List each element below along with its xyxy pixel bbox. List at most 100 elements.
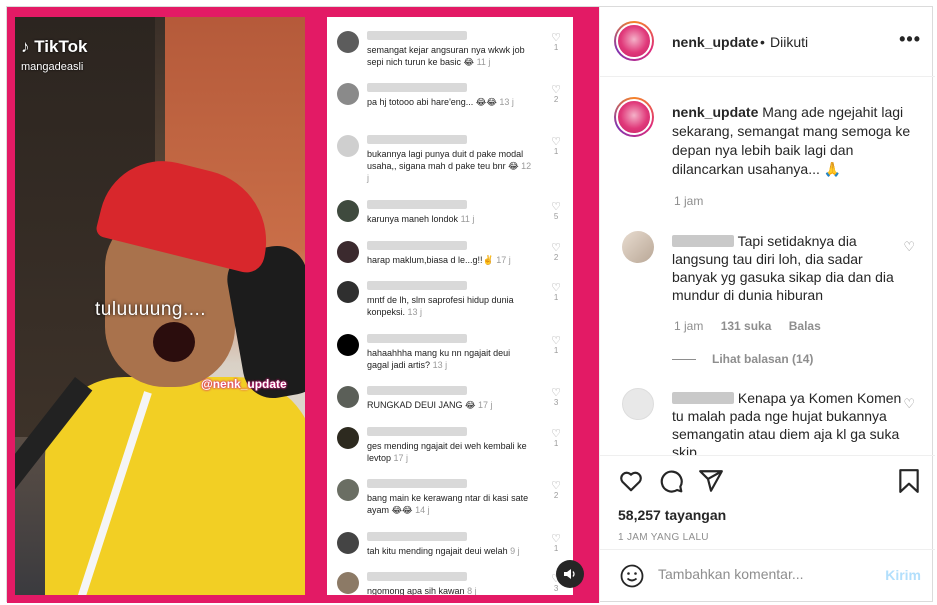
share-icon[interactable] — [698, 468, 724, 494]
like-heart-icon[interactable]: ♡ — [903, 239, 915, 255]
post-header: nenk_update • Diikuti ••• — [600, 7, 935, 77]
comment-icon[interactable] — [658, 468, 684, 494]
comment-time: 13 j — [432, 360, 448, 370]
more-options-icon[interactable]: ••• — [899, 29, 921, 50]
tiktok-brand: TikTok — [34, 37, 88, 56]
avatar — [337, 479, 359, 501]
blurred-username[interactable] — [672, 392, 734, 404]
heart-icon: ♡ 1 — [551, 533, 561, 554]
view-count[interactable]: 58,257 tayangan — [618, 507, 726, 523]
post-sidebar: nenk_update • Diikuti ••• nenk_update Ma… — [599, 7, 935, 603]
video-frame[interactable]: ♪ TikTok mangadeasli tuluuuung.... @nenk… — [15, 17, 305, 595]
blurred-username — [367, 479, 467, 488]
like-count: 1 — [553, 293, 559, 302]
video-overlay-text: tuluuuung.... — [95, 299, 207, 320]
comment-text: bang main ke kerawang ntar di kasi sate … — [367, 493, 529, 515]
heart-icon: ♡ 1 — [551, 32, 561, 53]
avatar — [337, 532, 359, 554]
comment-text: ngomong apa sih kawan — [367, 586, 465, 595]
avatar — [337, 31, 359, 53]
follow-status-button[interactable]: Diikuti — [770, 34, 808, 50]
tiktok-username: mangadeasli — [21, 61, 84, 73]
caption-username[interactable]: nenk_update — [672, 104, 758, 120]
comment-time: 17 j — [496, 255, 511, 265]
like-count: 1 — [553, 147, 559, 156]
comment-text: harap maklum,biasa d le...g!!✌️ — [367, 255, 494, 265]
like-count: 1 — [553, 43, 559, 52]
comment-time: 13 j — [499, 97, 514, 107]
avatar — [337, 200, 359, 222]
heart-icon: ♡ 1 — [551, 428, 561, 449]
default-avatar-icon[interactable] — [622, 388, 654, 420]
avatar — [337, 427, 359, 449]
heart-icon: ♡3 — [551, 387, 561, 408]
comment-meta: 1 jam 131 suka Balas — [674, 319, 835, 333]
avatar — [337, 334, 359, 356]
comment-time: 13 j — [407, 307, 423, 317]
view-replies-button[interactable]: Lihat balasan (14) — [672, 352, 813, 366]
avatar[interactable] — [622, 231, 654, 263]
caption-text: nenk_update Mang ade ngejahit lagi sekar… — [672, 103, 922, 179]
tiktok-logo: ♪ TikTok — [21, 37, 88, 56]
blurred-username — [367, 83, 467, 92]
like-count: 1 — [553, 439, 559, 448]
video-person-shirt — [45, 377, 305, 595]
video-person-mouth — [153, 322, 195, 362]
avatar — [337, 241, 359, 263]
author-username[interactable]: nenk_update — [672, 34, 758, 50]
post-media[interactable]: ♪ TikTok mangadeasli tuluuuung.... @nenk… — [7, 7, 599, 603]
caption-author-avatar[interactable] — [614, 97, 654, 137]
blurred-username — [367, 31, 467, 40]
heart-icon: ♡ 2 — [551, 242, 561, 263]
comment-text: semangat kejar angsuran nya wkwk job sep… — [367, 45, 525, 67]
speaker-icon — [564, 569, 575, 579]
avatar — [337, 572, 359, 594]
add-comment-bar: Kirim — [600, 549, 935, 603]
emoji-icon[interactable] — [620, 564, 644, 588]
avatar — [337, 281, 359, 303]
blurred-username — [367, 281, 467, 290]
like-count: 1 — [553, 544, 559, 553]
view-replies-label: Lihat balasan (14) — [712, 352, 814, 366]
post-date[interactable]: 1 JAM YANG LALU — [618, 532, 709, 543]
blurred-username — [367, 241, 467, 250]
comment-time: 17 j — [478, 400, 493, 410]
post-comment-button[interactable]: Kirim — [885, 567, 921, 583]
blurred-username — [367, 427, 467, 436]
blurred-username — [367, 532, 467, 541]
reply-button[interactable]: Balas — [789, 319, 821, 333]
mute-button[interactable] — [556, 560, 584, 588]
comment-text: pa hj totooo abi hare'eng... 😂😂 — [367, 97, 497, 107]
comments-scroll-area[interactable]: nenk_update Mang ade ngejahit lagi sekar… — [600, 77, 935, 455]
blurred-username — [367, 334, 467, 343]
heart-icon[interactable] — [618, 468, 644, 494]
blurred-username[interactable] — [672, 235, 734, 247]
heart-icon: ♡ 5 — [551, 201, 561, 222]
like-heart-icon[interactable]: ♡ — [903, 396, 915, 412]
comment-time[interactable]: 1 jam — [674, 319, 703, 333]
comment-text: karunya maneh londok — [367, 214, 459, 224]
like-count: 1 — [553, 346, 559, 355]
heart-icon: ♡ 1 — [551, 282, 561, 303]
like-count: 3 — [553, 584, 559, 593]
bookmark-icon[interactable] — [896, 468, 922, 494]
author-avatar[interactable] — [614, 21, 654, 61]
comment-time: 11 j — [476, 57, 491, 67]
tiktok-comments-screenshot: semangat kejar angsuran nya wkwk job sep… — [327, 17, 573, 595]
comment-text: ges mending ngajait dei weh kembali ke l… — [367, 441, 527, 463]
heart-icon: ♡ 1 — [551, 136, 561, 157]
like-count: 5 — [553, 212, 559, 221]
heart-icon: ♡ 2 — [551, 84, 561, 105]
like-count: 2 — [553, 253, 559, 262]
blurred-username — [367, 386, 467, 395]
comment-time: 14 j — [415, 505, 430, 515]
comment-input[interactable] — [658, 566, 858, 582]
heart-icon: ♡ 1 — [551, 335, 561, 356]
like-count: 2 — [553, 95, 559, 104]
comment-time: 11 j — [460, 214, 475, 224]
caption-timestamp[interactable]: 1 jam — [674, 194, 703, 208]
avatar — [337, 386, 359, 408]
post-actions: 58,257 tayangan 1 JAM YANG LALU — [600, 455, 935, 545]
comment-text: tah kitu mending ngajait deui welah — [367, 546, 508, 556]
comment-likes[interactable]: 131 suka — [721, 319, 772, 333]
